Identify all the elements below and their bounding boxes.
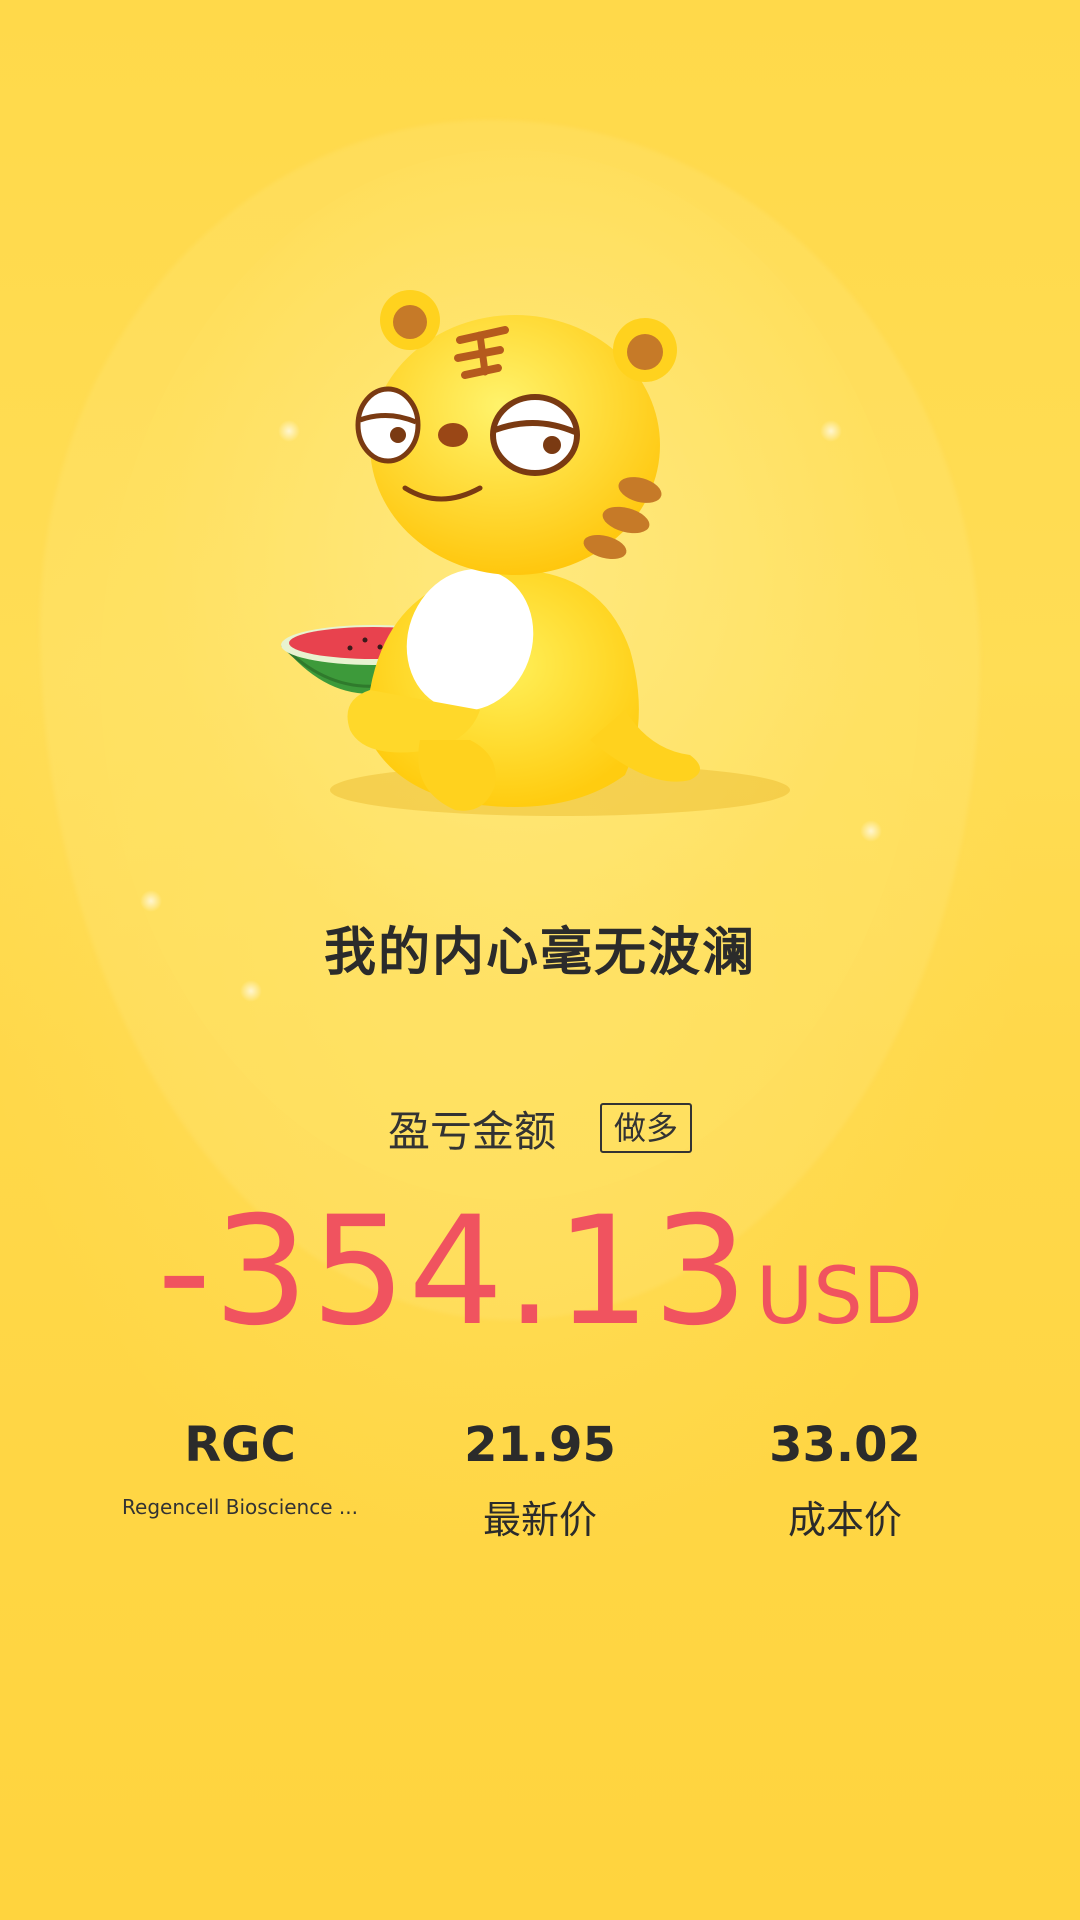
stock-name: Regencell Bioscience ... bbox=[122, 1495, 358, 1519]
cost-price-value: 33.02 bbox=[769, 1417, 921, 1473]
headline: 我的内心毫无波澜 bbox=[323, 923, 756, 983]
pnl-row: 盈亏金额 做多 bbox=[0, 1100, 1080, 1156]
pnl-label: 盈亏金额 bbox=[387, 1106, 556, 1156]
sparkle-decoration bbox=[860, 820, 882, 842]
stock-identity: RGC Regencell Bioscience ... bbox=[100, 1415, 380, 1519]
latest-price-label: 最新价 bbox=[482, 1498, 597, 1542]
stock-stats: RGC Regencell Bioscience ... 21.95 最新价 3… bbox=[0, 1415, 1080, 1555]
stock-ticker: RGC bbox=[184, 1417, 296, 1473]
sparkle-decoration bbox=[140, 890, 162, 912]
tiger-mascot-illustration bbox=[280, 290, 790, 816]
pnl-value: -354.13 bbox=[157, 1185, 751, 1359]
latest-price-value: 21.95 bbox=[464, 1417, 616, 1473]
pnl-currency: USD bbox=[756, 1252, 923, 1342]
cost-price-label: 成本价 bbox=[787, 1498, 902, 1542]
position-direction-badge: 做多 bbox=[600, 1103, 693, 1153]
pnl-amount: -354.13USD bbox=[0, 1185, 1080, 1359]
latest-price-stat: 21.95 最新价 bbox=[420, 1415, 660, 1544]
cost-price-stat: 33.02 成本价 bbox=[725, 1415, 965, 1544]
